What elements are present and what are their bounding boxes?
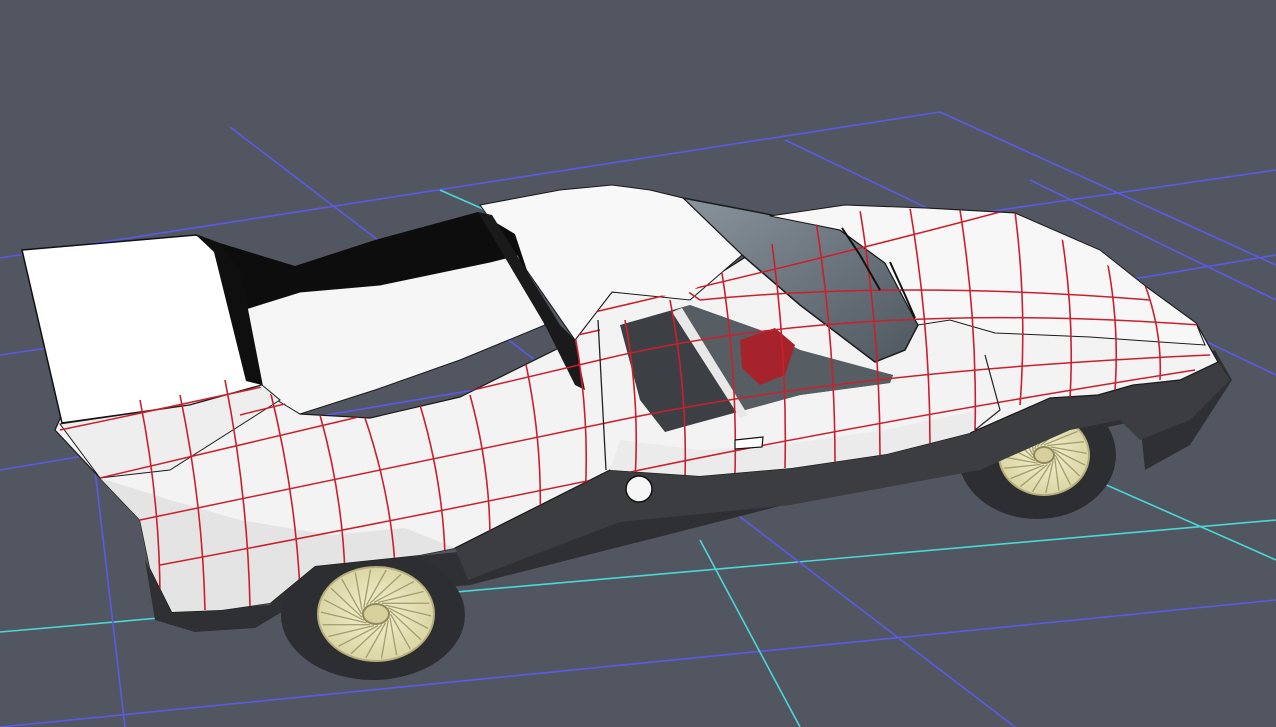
fuel-cap — [625, 475, 653, 503]
grid-line — [699, 539, 801, 727]
grid-line — [94, 469, 126, 727]
car-model[interactable] — [21, 184, 1232, 680]
3d-viewport[interactable] — [0, 0, 1276, 727]
viewport-scene[interactable] — [0, 0, 1276, 727]
